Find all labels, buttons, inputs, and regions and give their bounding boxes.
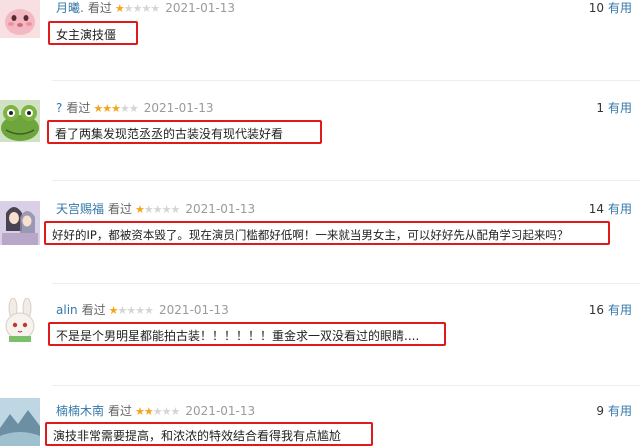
rating-stars: ★★★★★	[93, 101, 139, 117]
anime-couple-avatar[interactable]	[0, 201, 40, 245]
star-empty-icon: ★	[141, 2, 151, 15]
frog-avatar[interactable]	[0, 100, 40, 142]
star-empty-icon: ★	[161, 405, 172, 418]
vote-area: 10 有用	[589, 0, 632, 16]
star-empty-icon: ★	[135, 304, 145, 317]
useful-button[interactable]: 有用	[608, 303, 632, 317]
star-empty-icon: ★	[152, 203, 163, 216]
watched-status: 看过	[66, 101, 91, 115]
divider	[52, 180, 640, 181]
rating-stars: ★★★★★	[135, 202, 181, 218]
vote-area: 14 有用	[589, 201, 632, 217]
watched-status: 看过	[108, 404, 133, 418]
star-empty-icon: ★	[126, 304, 136, 317]
star-filled-icon: ★	[93, 102, 103, 115]
comment-user-link[interactable]: 天宫赐福	[56, 202, 104, 216]
comment-content: 好好的IP，都被资本毁了。现在演员门槛都好低啊！一来就当男女主，可以好好先从配角…	[44, 221, 610, 245]
comment-user-link[interactable]: ?	[56, 101, 62, 115]
divider	[52, 80, 640, 81]
comment-content: 演技非常需要提高，和浓浓的特效结合看得我有点尴尬	[45, 422, 373, 446]
comment-meta: 月曦. 看过 ★★★★★ 2021-01-13	[56, 0, 235, 16]
star-empty-icon: ★	[161, 203, 172, 216]
divider	[52, 283, 640, 284]
star-filled-icon: ★	[102, 102, 112, 115]
watched-status: 看过	[81, 303, 106, 317]
star-filled-icon: ★	[111, 102, 121, 115]
star-empty-icon: ★	[144, 304, 154, 317]
comment-date: 2021-01-13	[165, 1, 235, 15]
comment-date: 2021-01-13	[185, 404, 256, 418]
rating-stars: ★★★★★	[135, 404, 181, 420]
comment-user-link[interactable]: 月曦.	[56, 1, 84, 15]
comment-content: 看了两集发现范丞丞的古装没有现代装好看	[47, 120, 322, 144]
watched-status: 看过	[87, 1, 112, 15]
rating-stars: ★★★★★	[114, 1, 160, 17]
divider	[52, 385, 640, 386]
comment-date: 2021-01-13	[185, 202, 256, 216]
vote-area: 9 有用	[596, 403, 632, 419]
comment-content: 不是是个男明星都能拍古装！！！！！！重金求一双没看过的眼睛....	[48, 322, 446, 346]
star-filled-icon: ★	[135, 405, 145, 418]
star-empty-icon: ★	[120, 102, 130, 115]
watched-status: 看过	[108, 202, 133, 216]
star-empty-icon: ★	[152, 405, 163, 418]
landscape-avatar[interactable]	[0, 398, 40, 446]
star-empty-icon: ★	[170, 405, 181, 418]
vote-count: 14	[588, 202, 604, 216]
vote-count: 16	[588, 303, 604, 317]
star-empty-icon: ★	[143, 203, 154, 216]
star-empty-icon: ★	[123, 2, 134, 15]
vote-area: 1 有用	[596, 100, 632, 116]
vote-count: 1	[596, 101, 604, 115]
star-empty-icon: ★	[128, 102, 139, 115]
vote-count: 9	[596, 404, 604, 418]
useful-button[interactable]: 有用	[608, 202, 632, 216]
star-filled-icon: ★	[114, 2, 125, 15]
comment-content: 女主演技僵	[48, 21, 138, 45]
comment-meta: alin 看过 ★★★★★ 2021-01-13	[56, 302, 229, 318]
comment-meta: ? 看过 ★★★★★ 2021-01-13	[56, 100, 214, 116]
comment-meta: 天宫赐福 看过 ★★★★★ 2021-01-13	[56, 201, 255, 217]
comment-date: 2021-01-13	[143, 101, 214, 115]
rating-stars: ★★★★★	[108, 303, 154, 319]
useful-button[interactable]: 有用	[608, 1, 632, 15]
comment-user-link[interactable]: 楠楠木南	[56, 404, 104, 418]
comment-user-link[interactable]: alin	[56, 303, 78, 317]
star-empty-icon: ★	[150, 2, 160, 15]
star-filled-icon: ★	[135, 203, 145, 216]
useful-button[interactable]: 有用	[608, 404, 632, 418]
star-empty-icon: ★	[170, 203, 181, 216]
star-filled-icon: ★	[143, 405, 154, 418]
vote-count: 10	[588, 1, 604, 15]
comment-meta: 楠楠木南 看过 ★★★★★ 2021-01-13	[56, 403, 255, 419]
vote-area: 16 有用	[589, 302, 632, 318]
star-filled-icon: ★	[108, 304, 119, 317]
white-rabbit-avatar[interactable]	[0, 298, 40, 344]
useful-button[interactable]: 有用	[608, 101, 632, 115]
comment-date: 2021-01-13	[159, 303, 229, 317]
pink-rabbit-avatar[interactable]	[0, 0, 40, 38]
